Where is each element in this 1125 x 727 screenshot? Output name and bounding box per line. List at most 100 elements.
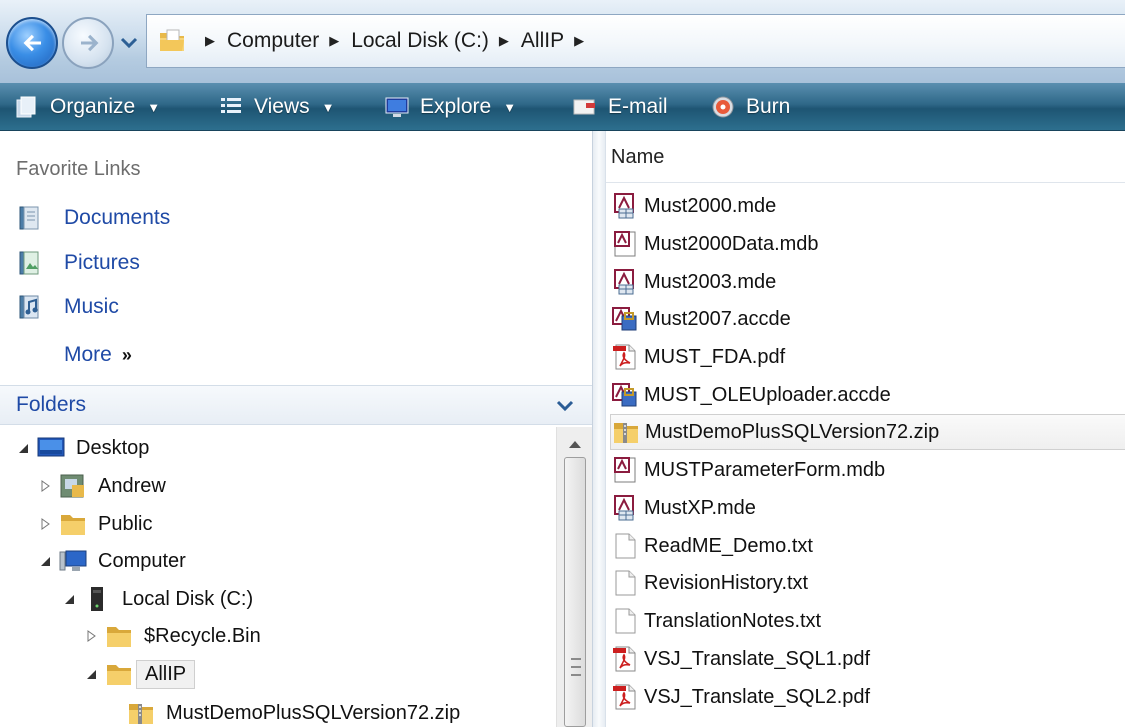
forward-button[interactable] (62, 17, 114, 69)
expand-arrow-icon[interactable] (38, 479, 52, 493)
email-button[interactable]: E-mail (572, 83, 668, 131)
email-icon (573, 99, 595, 115)
file-row[interactable]: Must2007.accde (610, 301, 1125, 337)
music-icon (19, 295, 39, 319)
file-row-hovered[interactable]: MustDemoPlusSQLVersion72.zip (610, 414, 1125, 450)
command-bar: Organize ▼ Views ▼ Explore ▼ E-mail Burn (0, 83, 1125, 131)
scroll-up-arrow-icon[interactable] (568, 439, 582, 449)
tree-item-public[interactable]: Public (38, 506, 152, 542)
more-favorites-link[interactable]: More » (64, 338, 132, 372)
file-row[interactable]: ReadME_Demo.txt (610, 528, 1125, 564)
breadcrumb-separator-icon[interactable]: ▶ (205, 33, 215, 49)
folders-header[interactable]: Folders (0, 385, 592, 425)
tree-item-label: Andrew (98, 474, 166, 497)
file-name: MUST_OLEUploader.accde (644, 383, 891, 406)
folder-icon (107, 627, 131, 647)
tree-item-andrew[interactable]: Andrew (38, 468, 166, 504)
breadcrumb[interactable]: ▶ Computer ▶ Local Disk (C:) ▶ AllIP ▶ (146, 14, 1125, 68)
tree-item-zip[interactable]: MustDemoPlusSQLVersion72.zip (106, 695, 460, 727)
drive-icon (91, 587, 103, 611)
favorite-links-heading: Favorite Links (16, 158, 141, 180)
pdf-icon (613, 684, 636, 710)
access-mde-icon (614, 269, 634, 295)
favorite-documents-link[interactable]: Documents (16, 201, 170, 235)
collapse-arrow-icon[interactable] (84, 667, 98, 681)
tree-item-local-disk[interactable]: Local Disk (C:) (62, 581, 253, 617)
file-row[interactable]: MUSTParameterForm.mdb (610, 452, 1125, 488)
column-header-label: Name (611, 146, 665, 168)
file-name: Must2000Data.mdb (644, 232, 819, 255)
scrollbar-thumb[interactable] (564, 457, 586, 727)
breadcrumb-separator-icon[interactable]: ▶ (329, 33, 339, 49)
column-header-name[interactable]: Name (606, 131, 1125, 183)
breadcrumb-allip[interactable]: AllIP (521, 29, 564, 53)
expand-arrow-icon[interactable] (38, 517, 52, 531)
user-folder-icon (60, 474, 84, 498)
zip-folder-icon (129, 704, 153, 724)
tree-item-recycle-bin[interactable]: $Recycle.Bin (84, 618, 261, 654)
folder-icon (160, 29, 184, 51)
breadcrumb-separator-icon[interactable]: ▶ (499, 33, 509, 49)
file-name: Must2003.mde (644, 270, 777, 293)
address-bar: ▶ Computer ▶ Local Disk (C:) ▶ AllIP ▶ (0, 0, 1125, 83)
pdf-icon (613, 344, 636, 370)
tree-item-label: Desktop (76, 436, 150, 459)
file-row[interactable]: RevisionHistory.txt (610, 565, 1125, 601)
scrollbar-grip-icon (571, 658, 581, 676)
chevron-down-icon[interactable] (556, 398, 574, 414)
tree-item-label: MustDemoPlusSQLVersion72.zip (166, 701, 461, 724)
tree-item-label: Local Disk (C:) (122, 587, 254, 610)
file-row[interactable]: VSJ_Translate_SQL2.pdf (610, 679, 1125, 715)
folder-icon (61, 515, 85, 535)
collapse-arrow-icon[interactable] (38, 554, 52, 568)
organize-button[interactable]: Organize ▼ (14, 83, 160, 131)
file-row[interactable]: VSJ_Translate_SQL1.pdf (610, 641, 1125, 677)
tree-item-allip[interactable]: AllIP (84, 656, 196, 692)
views-button[interactable]: Views ▼ (218, 83, 335, 131)
file-name: Must2000.mde (644, 194, 777, 217)
favorite-pictures-link[interactable]: Pictures (16, 246, 140, 280)
file-row[interactable]: Must2000Data.mdb (610, 226, 1125, 262)
folder-tree: Desktop Andrew Public Computer Local Dis… (0, 427, 556, 727)
access-mde-icon (614, 495, 634, 521)
explore-button[interactable]: Explore ▼ (384, 83, 516, 131)
file-row[interactable]: MustXP.mde (610, 490, 1125, 526)
tree-item-desktop[interactable]: Desktop (16, 430, 149, 466)
back-button[interactable] (6, 17, 58, 69)
recent-pages-dropdown-icon[interactable] (118, 30, 140, 54)
file-name: MustXP.mde (644, 496, 756, 519)
tree-item-label: $Recycle.Bin (144, 624, 261, 647)
expand-arrow-icon[interactable] (84, 629, 98, 643)
folders-label: Folders (16, 393, 87, 416)
file-name: VSJ_Translate_SQL2.pdf (644, 685, 871, 708)
favorite-documents-label: Documents (64, 206, 171, 229)
pdf-icon (613, 646, 636, 672)
pictures-icon (19, 251, 39, 275)
tree-item-label: Computer (98, 549, 186, 572)
explore-dropdown-icon: ▼ (503, 99, 517, 115)
collapse-arrow-icon[interactable] (16, 441, 30, 455)
explore-icon (385, 97, 409, 117)
breadcrumb-computer[interactable]: Computer (227, 29, 319, 53)
breadcrumb-separator-icon[interactable]: ▶ (574, 33, 584, 49)
file-row[interactable]: MUST_OLEUploader.accde (610, 377, 1125, 413)
text-file-icon (615, 533, 636, 559)
file-row[interactable]: TranslationNotes.txt (610, 603, 1125, 639)
file-row[interactable]: Must2000.mde (610, 188, 1125, 224)
burn-button[interactable]: Burn (710, 83, 790, 131)
pane-splitter[interactable] (592, 131, 606, 727)
tree-item-label: Public (98, 512, 153, 535)
tree-item-computer[interactable]: Computer (38, 543, 186, 579)
collapse-arrow-icon[interactable] (62, 592, 76, 606)
breadcrumb-local-disk[interactable]: Local Disk (C:) (351, 29, 489, 53)
file-row[interactable]: Must2003.mde (610, 264, 1125, 300)
favorite-music-link[interactable]: Music (16, 290, 119, 324)
file-name: ReadME_Demo.txt (644, 534, 813, 557)
text-file-icon (615, 608, 636, 634)
access-mde-icon (614, 193, 634, 219)
file-row[interactable]: MUST_FDA.pdf (610, 339, 1125, 375)
views-label: Views (254, 95, 310, 118)
folder-tree-scrollbar[interactable] (556, 427, 592, 727)
double-chevron-icon: » (121, 344, 132, 365)
file-name: Must2007.accde (644, 307, 791, 330)
